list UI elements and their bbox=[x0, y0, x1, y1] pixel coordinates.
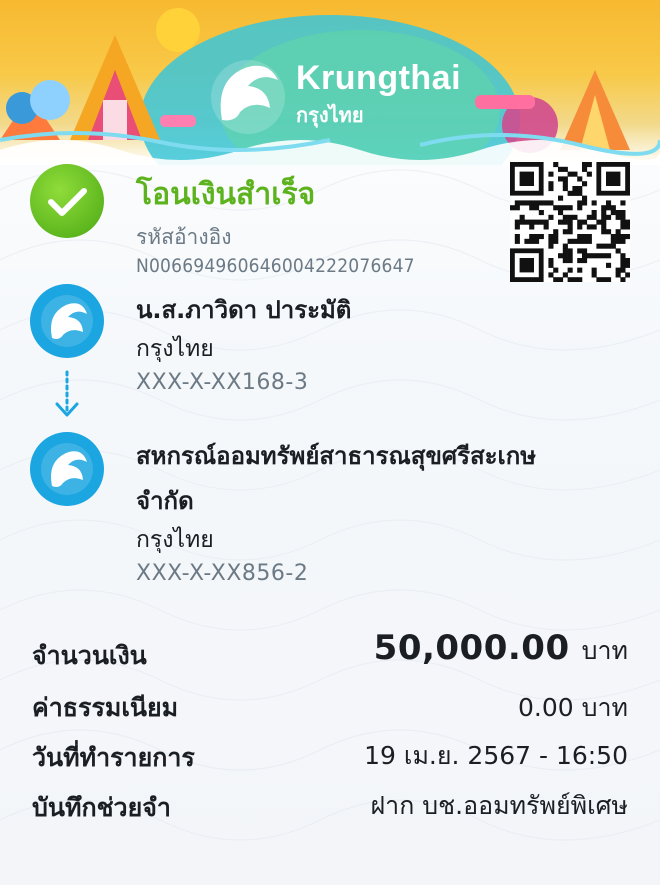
sender-account: XXX-X-XX168-3 bbox=[136, 370, 309, 395]
krungthai-logo: Krungthai กรุงไทย bbox=[210, 55, 470, 135]
krungthai-bird-icon bbox=[41, 443, 93, 495]
songkran-banner: Krungthai กรุงไทย bbox=[0, 0, 660, 165]
fee-label: ค่าธรรมเนียม bbox=[32, 693, 179, 722]
status-title: โอนเงินสำเร็จ bbox=[136, 177, 316, 212]
date-value: 19 เม.ย. 2567 - 16:50 bbox=[364, 741, 628, 770]
amount-label: จำนวนเงิน bbox=[32, 641, 147, 670]
receiver-account: XXX-X-XX856-2 bbox=[136, 561, 309, 586]
reference-number: N006694960646004222076647 bbox=[136, 255, 415, 277]
qr-code bbox=[510, 162, 630, 282]
amount-value: 50,000.00 บาท bbox=[374, 628, 628, 671]
receiver-name-line1: สหกรณ์ออมทรัพย์สาธารณสุขศรีสะเกษ bbox=[136, 442, 537, 470]
amount-number: 50,000.00 bbox=[373, 628, 570, 668]
check-icon bbox=[30, 164, 104, 238]
fee-value: 0.00 บาท bbox=[518, 693, 628, 722]
brand-name-th: กรุงไทย bbox=[296, 103, 364, 127]
date-label: วันที่ทำรายการ bbox=[32, 743, 195, 772]
sender-bank-avatar bbox=[30, 284, 104, 358]
amount-unit: บาท bbox=[581, 636, 628, 665]
receiver-bank-avatar bbox=[30, 432, 104, 506]
memo-label: บันทึกช่วยจำ bbox=[32, 793, 171, 822]
transfer-slip: Krungthai กรุงไทย โอนเงินสำเร็จ รหัสอ้าง… bbox=[0, 0, 660, 885]
brand-name-en: Krungthai bbox=[296, 59, 462, 97]
receiver-bank: กรุงไทย bbox=[136, 527, 214, 553]
memo-value: ฝาก บช.ออมทรัพย์พิเศษ bbox=[370, 791, 628, 820]
sender-name: น.ส.ภาวิดา ปาระมัติ bbox=[136, 296, 352, 324]
sender-bank: กรุงไทย bbox=[136, 336, 214, 362]
reference-label: รหัสอ้างอิง bbox=[136, 225, 232, 249]
receiver-name-line2: จำกัด bbox=[136, 487, 194, 515]
arrow-down-icon bbox=[55, 370, 79, 417]
krungthai-bird-icon bbox=[41, 295, 93, 347]
